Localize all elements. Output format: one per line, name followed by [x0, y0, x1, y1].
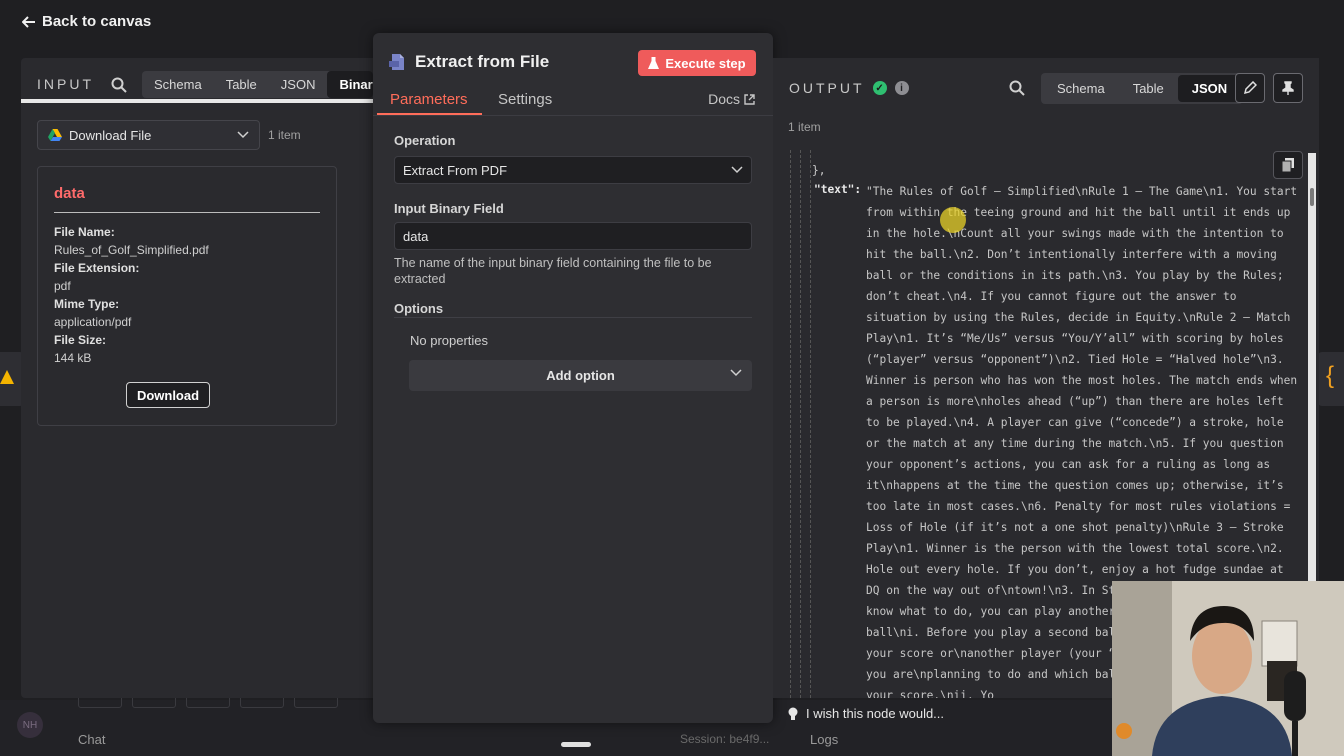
tab-binary[interactable]: Binary [327, 71, 373, 98]
output-title: OUTPUT [789, 80, 865, 96]
presenter-video-image [1112, 581, 1344, 756]
tab-parameters[interactable]: Parameters [390, 91, 468, 108]
tab-table[interactable]: Table [1119, 75, 1178, 102]
back-to-canvas-button[interactable]: Back to canvas [22, 13, 151, 30]
resize-handle[interactable] [561, 742, 591, 747]
tab-schema[interactable]: Schema [1043, 75, 1119, 102]
search-icon[interactable] [1009, 80, 1025, 96]
binary-card: data File Name: Rules_of_Golf_Simplified… [37, 166, 337, 426]
horizontal-scrollbar[interactable] [21, 99, 373, 103]
copy-icon [1282, 158, 1294, 172]
output-view-tabs: Schema Table JSON [1041, 73, 1244, 104]
meta-value: application/pdf [54, 315, 132, 329]
webcam-overlay [1112, 581, 1344, 756]
meta-value: pdf [54, 279, 71, 293]
avatar[interactable]: NH [17, 712, 43, 738]
input-title: INPUT [37, 76, 94, 92]
session-id: Session: be4f9... [680, 732, 770, 746]
pin-icon [1282, 81, 1294, 95]
active-tab-indicator [377, 113, 482, 115]
back-label: Back to canvas [42, 13, 152, 30]
add-option-label: Add option [546, 368, 615, 383]
vertical-scrollbar[interactable] [1308, 153, 1316, 583]
docs-label: Docs [708, 91, 740, 107]
execute-label: Execute step [665, 55, 746, 71]
meta-label: File Size: [54, 333, 107, 347]
info-icon[interactable]: i [894, 81, 909, 95]
tab-schema[interactable]: Schema [142, 71, 214, 98]
node-title: Extract from File [389, 52, 549, 72]
tab-settings[interactable]: Settings [498, 91, 552, 108]
operation-label: Operation [394, 133, 456, 148]
output-item-count: 1 item [788, 120, 821, 134]
feedback-link[interactable]: I wish this node would... [788, 706, 944, 721]
node-title-text: Extract from File [415, 52, 550, 71]
no-properties-text: No properties [410, 333, 489, 348]
docs-link[interactable]: Docs [708, 91, 755, 107]
search-icon[interactable] [111, 77, 127, 93]
logs-tab[interactable]: Logs [810, 732, 838, 747]
divider [394, 317, 752, 318]
json-brace: }, [812, 164, 826, 177]
pin-output-button[interactable] [1273, 73, 1303, 103]
binary-field-input[interactable]: data [394, 222, 752, 250]
binary-field-hint: The name of the input binary field conta… [394, 256, 712, 286]
meta-label: File Name: [54, 225, 115, 239]
lightbulb-icon [788, 707, 798, 720]
file-icon [389, 54, 404, 70]
feedback-label: I wish this node would... [806, 706, 945, 721]
next-node-braces-icon[interactable]: { [1318, 352, 1344, 406]
input-view-tabs: Schema Table JSON Binary [142, 71, 373, 98]
cursor-highlight [940, 207, 966, 233]
binary-field-value: data [403, 228, 429, 244]
input-node-select[interactable]: Download File [37, 120, 260, 150]
operation-value: Extract From PDF [403, 162, 508, 178]
input-node-name: Download File [69, 127, 152, 143]
chevron-down-icon [731, 166, 743, 174]
meta-value: Rules_of_Golf_Simplified.pdf [54, 243, 209, 257]
json-key: "text": [814, 183, 862, 196]
scrollbar-thumb[interactable] [1310, 188, 1314, 206]
tab-table[interactable]: Table [214, 71, 269, 98]
success-check-icon: ✓ [872, 81, 887, 95]
copy-button[interactable] [1273, 151, 1303, 179]
tab-json[interactable]: JSON [269, 71, 328, 98]
input-panel: INPUT Schema Table JSON Binary Download … [21, 58, 373, 698]
download-button[interactable]: Download [126, 382, 210, 408]
external-link-icon [744, 93, 755, 105]
chat-tab[interactable]: Chat [78, 732, 105, 747]
meta-label: File Extension: [54, 261, 140, 275]
pencil-icon [1243, 81, 1257, 95]
binary-field-label: Input Binary Field [394, 201, 504, 216]
binary-metadata: File Name: Rules_of_Golf_Simplified.pdf … [54, 223, 320, 367]
edit-output-button[interactable] [1235, 73, 1265, 103]
meta-value: 144 kB [54, 351, 92, 365]
meta-label: Mime Type: [54, 297, 120, 311]
binary-name: data [54, 185, 320, 213]
indent-guide [790, 150, 791, 698]
indent-guide [800, 150, 801, 698]
execute-step-button[interactable]: Execute step [638, 50, 756, 76]
arrow-left-icon [22, 15, 35, 28]
add-option-button[interactable]: Add option [409, 360, 752, 391]
flask-icon [648, 56, 660, 69]
options-label: Options [394, 301, 444, 316]
output-header: OUTPUT ✓ i [789, 80, 909, 96]
chevron-down-icon [730, 369, 742, 377]
indent-guide [810, 150, 811, 698]
input-item-count: 1 item [268, 128, 301, 142]
node-settings-panel: Extract from File Execute step Parameter… [373, 33, 773, 723]
google-drive-icon [48, 129, 62, 141]
tab-json[interactable]: JSON [1177, 75, 1242, 102]
chevron-down-icon [237, 131, 249, 139]
operation-select[interactable]: Extract From PDF [394, 156, 752, 184]
